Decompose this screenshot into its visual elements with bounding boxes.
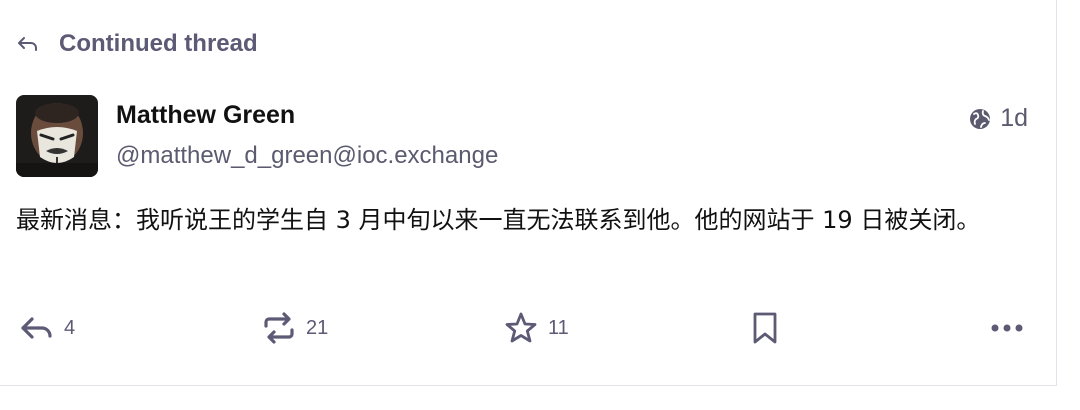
post-age: 1d <box>1000 104 1028 132</box>
boost-icon <box>264 312 294 344</box>
globe-icon <box>970 108 991 129</box>
boost-button[interactable]: 21 <box>262 307 328 349</box>
bookmark-button[interactable] <box>752 307 778 349</box>
reply-arrow-icon <box>18 37 37 51</box>
more-icon <box>991 324 1023 332</box>
boost-count: 21 <box>306 316 329 339</box>
reply-button[interactable]: 4 <box>20 307 75 349</box>
favourite-count: 11 <box>548 316 569 339</box>
reply-count: 4 <box>64 316 76 339</box>
status-card[interactable]: Continued thread Matthew Green @matthew_… <box>0 0 1057 386</box>
more-options-button[interactable] <box>990 307 1024 349</box>
account-handle[interactable]: @matthew_d_green@ioc.exchange <box>116 142 498 170</box>
continued-thread-link[interactable]: Continued thread <box>17 30 258 58</box>
avatar[interactable] <box>16 95 98 177</box>
action-bar: 4 21 11 <box>0 307 1057 349</box>
reply-icon <box>21 317 52 339</box>
star-icon <box>505 312 537 343</box>
post-meta[interactable]: 1d <box>968 104 1028 133</box>
continued-thread-label: Continued thread <box>59 30 258 57</box>
bookmark-icon <box>753 312 777 344</box>
display-name[interactable]: Matthew Green <box>116 101 295 130</box>
favourite-button[interactable]: 11 <box>504 307 569 349</box>
post-content: 最新消息：我听说王的学生自 3 月中旬以来一直无法联系到他。他的网站于 19 日… <box>16 206 981 234</box>
